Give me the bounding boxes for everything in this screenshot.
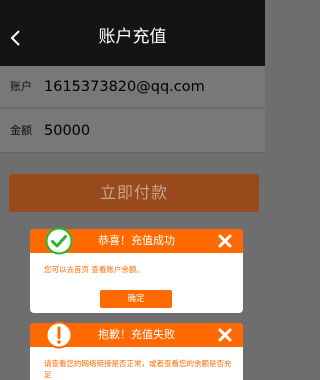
- close-icon[interactable]: [217, 233, 233, 249]
- close-icon[interactable]: [217, 327, 233, 343]
- account-label: 账户: [10, 80, 32, 93]
- page-title: 账户充值: [98, 27, 167, 47]
- fail-dialog: 抱歉！充值失败 请查看您的网络链接是否正常，或者查看您的余额是否充足: [30, 321, 243, 380]
- pay-now-button[interactable]: 立即付款: [9, 174, 259, 212]
- amount-label: 金额: [10, 124, 32, 137]
- checkmark-circle-icon: [45, 227, 73, 255]
- confirm-button[interactable]: 确定: [100, 290, 172, 308]
- exclamation-circle-icon: [45, 321, 73, 349]
- amount-row: 金额 50000: [0, 109, 265, 153]
- account-row: 账户 1615373820@qq.com: [0, 66, 265, 108]
- success-dialog: 恭喜！充值成功 您可以去首页 查看账户余额。 确定: [30, 227, 243, 313]
- fail-dialog-message: 请查看您的网络链接是否正常，或者查看您的余额是否充足: [44, 359, 232, 379]
- success-dialog-message: 您可以去首页 查看账户余额。: [44, 265, 144, 274]
- top-bar: 账户充值: [0, 0, 265, 72]
- amount-input[interactable]: 50000: [44, 109, 90, 153]
- account-value: 1615373820@qq.com: [44, 79, 205, 95]
